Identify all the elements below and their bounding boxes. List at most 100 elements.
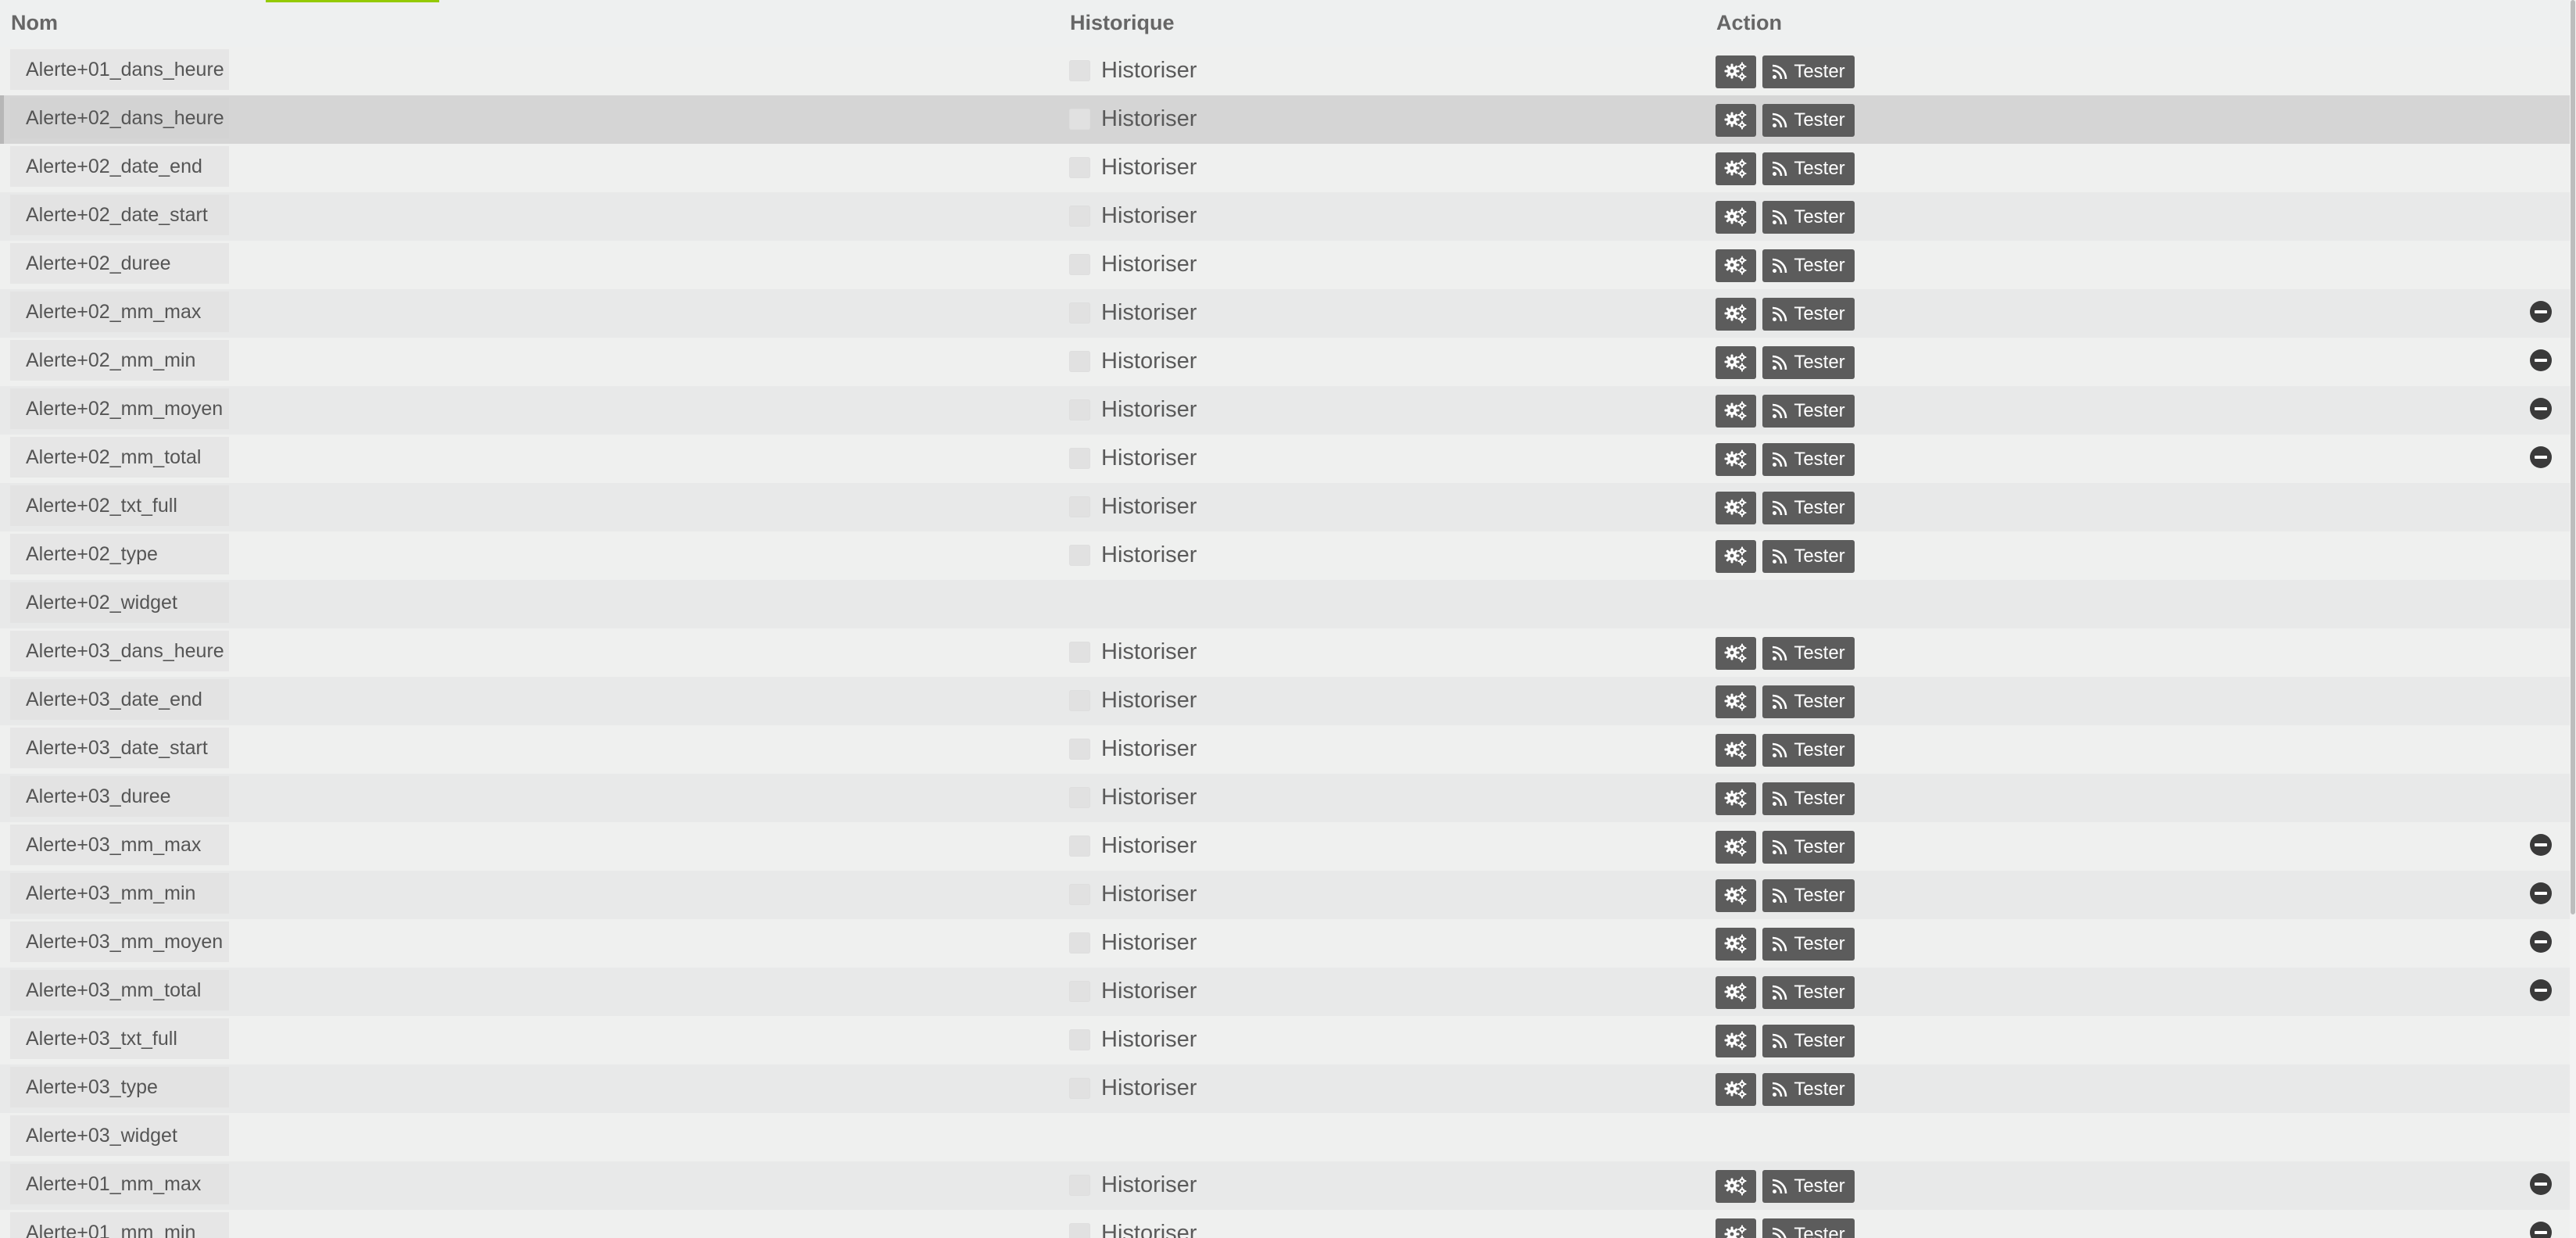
command-name-field[interactable]: Alerte+03_duree — [10, 776, 229, 817]
tester-button[interactable]: Tester — [1762, 298, 1855, 331]
tester-button[interactable]: Tester — [1762, 928, 1855, 961]
tester-button[interactable]: Tester — [1762, 492, 1855, 524]
configure-button[interactable] — [1716, 637, 1756, 670]
command-name-field[interactable]: Alerte+03_mm_min — [10, 873, 229, 914]
configure-button[interactable] — [1716, 249, 1756, 282]
configure-button[interactable] — [1716, 152, 1756, 185]
configure-button[interactable] — [1716, 928, 1756, 961]
configure-button[interactable] — [1716, 1073, 1756, 1106]
configure-button[interactable] — [1716, 1218, 1756, 1238]
command-name-field[interactable]: Alerte+03_date_end — [10, 679, 229, 720]
tester-button[interactable]: Tester — [1762, 782, 1855, 815]
tester-button[interactable]: Tester — [1762, 734, 1855, 767]
historiser-checkbox[interactable] — [1069, 786, 1090, 808]
remove-command-icon[interactable] — [2530, 349, 2552, 371]
tester-button[interactable]: Tester — [1762, 685, 1855, 718]
remove-command-icon[interactable] — [2530, 1173, 2552, 1195]
command-name-field[interactable]: Alerte+02_date_end — [10, 146, 229, 187]
historiser-checkbox[interactable] — [1069, 738, 1090, 760]
tester-button[interactable]: Tester — [1762, 152, 1855, 185]
tester-button[interactable]: Tester — [1762, 395, 1855, 428]
command-name-field[interactable]: Alerte+03_dans_heure — [10, 631, 229, 671]
configure-button[interactable] — [1716, 976, 1756, 1009]
remove-command-icon[interactable] — [2530, 1222, 2552, 1238]
tester-button[interactable]: Tester — [1762, 1170, 1855, 1203]
remove-command-icon[interactable] — [2530, 979, 2552, 1001]
remove-command-icon[interactable] — [2530, 931, 2552, 953]
configure-button[interactable] — [1716, 879, 1756, 912]
command-name-field[interactable]: Alerte+01_mm_max — [10, 1164, 229, 1204]
tester-button[interactable]: Tester — [1762, 201, 1855, 234]
tester-button[interactable]: Tester — [1762, 540, 1855, 573]
configure-button[interactable] — [1716, 395, 1756, 428]
command-name-field[interactable]: Alerte+03_widget — [10, 1115, 229, 1156]
tester-button[interactable]: Tester — [1762, 1025, 1855, 1057]
tester-button[interactable]: Tester — [1762, 346, 1855, 379]
configure-button[interactable] — [1716, 492, 1756, 524]
historiser-checkbox[interactable] — [1069, 350, 1090, 372]
historiser-checkbox[interactable] — [1069, 302, 1090, 324]
tester-button[interactable]: Tester — [1762, 249, 1855, 282]
historiser-checkbox[interactable] — [1069, 1174, 1090, 1196]
command-name-field[interactable]: Alerte+03_date_start — [10, 728, 229, 768]
historiser-checkbox[interactable] — [1069, 108, 1090, 130]
remove-command-icon[interactable] — [2530, 446, 2552, 468]
command-name-field[interactable]: Alerte+02_mm_min — [10, 340, 229, 381]
command-name-field[interactable]: Alerte+03_mm_max — [10, 825, 229, 865]
historiser-checkbox[interactable] — [1069, 835, 1090, 857]
remove-command-icon[interactable] — [2530, 301, 2552, 323]
tester-button[interactable]: Tester — [1762, 1218, 1855, 1238]
configure-button[interactable] — [1716, 1025, 1756, 1057]
historiser-checkbox[interactable] — [1069, 1222, 1090, 1238]
historiser-checkbox[interactable] — [1069, 205, 1090, 227]
configure-button[interactable] — [1716, 734, 1756, 767]
command-name-field[interactable]: Alerte+02_date_start — [10, 195, 229, 235]
command-name-field[interactable]: Alerte+02_txt_full — [10, 485, 229, 526]
configure-button[interactable] — [1716, 540, 1756, 573]
historiser-checkbox[interactable] — [1069, 932, 1090, 954]
configure-button[interactable] — [1716, 443, 1756, 476]
command-name-field[interactable]: Alerte+01_dans_heure — [10, 49, 229, 90]
historiser-checkbox[interactable] — [1069, 399, 1090, 420]
configure-button[interactable] — [1716, 201, 1756, 234]
configure-button[interactable] — [1716, 104, 1756, 137]
configure-button[interactable] — [1716, 298, 1756, 331]
command-name-field[interactable]: Alerte+02_dans_heure — [10, 98, 229, 138]
command-name-field[interactable]: Alerte+03_txt_full — [10, 1018, 229, 1059]
historiser-checkbox[interactable] — [1069, 641, 1090, 663]
command-name-field[interactable]: Alerte+03_mm_moyen — [10, 921, 229, 962]
historiser-checkbox[interactable] — [1069, 883, 1090, 905]
tester-button[interactable]: Tester — [1762, 104, 1855, 137]
historiser-checkbox[interactable] — [1069, 1077, 1090, 1099]
historiser-checkbox[interactable] — [1069, 1029, 1090, 1050]
command-name-field[interactable]: Alerte+01_mm_min — [10, 1212, 229, 1238]
remove-command-icon[interactable] — [2530, 398, 2552, 420]
historiser-checkbox[interactable] — [1069, 544, 1090, 566]
tester-button[interactable]: Tester — [1762, 55, 1855, 88]
configure-button[interactable] — [1716, 782, 1756, 815]
historiser-checkbox[interactable] — [1069, 253, 1090, 275]
tester-button[interactable]: Tester — [1762, 831, 1855, 864]
configure-button[interactable] — [1716, 831, 1756, 864]
remove-command-icon[interactable] — [2530, 882, 2552, 904]
tester-button[interactable]: Tester — [1762, 1073, 1855, 1106]
command-name-field[interactable]: Alerte+02_type — [10, 534, 229, 574]
command-name-field[interactable]: Alerte+03_mm_total — [10, 970, 229, 1011]
historiser-checkbox[interactable] — [1069, 980, 1090, 1002]
tester-button[interactable]: Tester — [1762, 637, 1855, 670]
historiser-checkbox[interactable] — [1069, 689, 1090, 711]
command-name-field[interactable]: Alerte+02_duree — [10, 243, 229, 284]
command-name-field[interactable]: Alerte+02_mm_total — [10, 437, 229, 478]
tester-button[interactable]: Tester — [1762, 976, 1855, 1009]
tester-button[interactable]: Tester — [1762, 879, 1855, 912]
configure-button[interactable] — [1716, 346, 1756, 379]
configure-button[interactable] — [1716, 55, 1756, 88]
historiser-checkbox[interactable] — [1069, 156, 1090, 178]
tester-button[interactable]: Tester — [1762, 443, 1855, 476]
historiser-checkbox[interactable] — [1069, 59, 1090, 81]
command-name-field[interactable]: Alerte+02_mm_moyen — [10, 388, 229, 429]
configure-button[interactable] — [1716, 685, 1756, 718]
command-name-field[interactable]: Alerte+02_mm_max — [10, 292, 229, 332]
historiser-checkbox[interactable] — [1069, 447, 1090, 469]
remove-command-icon[interactable] — [2530, 834, 2552, 856]
